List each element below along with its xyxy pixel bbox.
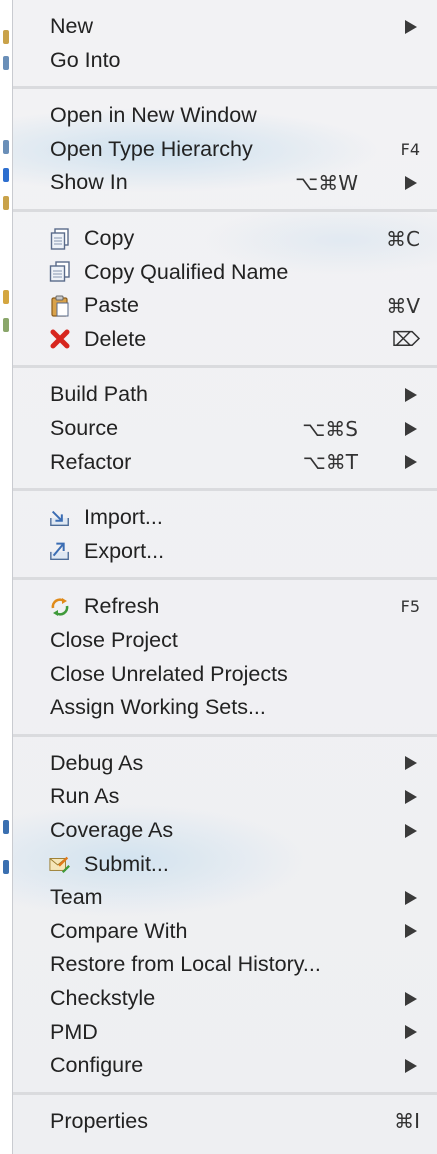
menu-item-refresh[interactable]: Refresh F5 — [13, 590, 437, 623]
menu-item-import[interactable]: Import... — [13, 501, 437, 534]
menu-item-label: Debug As — [50, 750, 144, 775]
menu-item-label: Configure — [50, 1053, 144, 1078]
menu-item-label: Open Type Hierarchy — [50, 136, 253, 161]
shortcut-label: ⌥⌘W — [295, 170, 358, 195]
menu-item-label: Source — [50, 416, 119, 440]
menu-separator — [13, 86, 437, 90]
menu-item-label: Export... — [84, 538, 165, 563]
menu-item-team[interactable]: Team — [13, 881, 437, 914]
submenu-arrow-icon — [405, 756, 417, 771]
menu-item-open-type-hierarchy[interactable]: Open Type Hierarchy F4 — [13, 133, 437, 166]
menu-item-open-in-new-window[interactable]: Open in New Window — [13, 99, 437, 132]
menu-item-assign-working-sets[interactable]: Assign Working Sets... — [13, 691, 437, 724]
menu-item-label: Go Into — [50, 47, 121, 72]
menu-item-close-unrelated-projects[interactable]: Close Unrelated Projects — [13, 658, 437, 691]
submenu-arrow-icon — [405, 175, 417, 190]
menu-item-label: Refactor — [50, 449, 132, 474]
shortcut-label: ⌥⌘S — [302, 416, 358, 441]
copy-qualified-name-icon — [49, 261, 71, 283]
menu-item-label: Show In — [50, 170, 128, 195]
menu-item-restore-from-local-history[interactable]: Restore from Local History... — [13, 948, 437, 981]
background-window-edge — [0, 0, 13, 1154]
menu-separator — [13, 733, 437, 737]
shortcut-label: ⌘I — [394, 1109, 420, 1134]
menu-item-label: Paste — [84, 293, 139, 318]
menu-separator — [13, 209, 437, 212]
shortcut-label: F5 — [400, 597, 420, 617]
menu-item-new[interactable]: New — [13, 10, 437, 43]
shortcut-label: ⌘V — [386, 293, 420, 318]
export-icon — [49, 540, 71, 562]
menu-item-label: Checkstyle — [50, 986, 156, 1010]
menu-item-go-into[interactable]: Go Into — [13, 44, 437, 77]
shortcut-label: F4 — [400, 139, 420, 159]
menu-item-debug-as[interactable]: Debug As — [13, 747, 437, 780]
shortcut-label: ⌦ — [391, 327, 420, 352]
menu-item-compare-with[interactable]: Compare With — [13, 915, 437, 948]
menu-item-label: PMD — [50, 1019, 98, 1044]
menu-item-label: Delete — [84, 326, 147, 351]
menu-separator — [13, 488, 437, 492]
menu-item-properties[interactable]: Properties ⌘I — [13, 1105, 437, 1138]
menu-item-build-path[interactable]: Build Path — [13, 378, 437, 411]
menu-item-label: Compare With — [50, 918, 188, 943]
menu-item-pmd[interactable]: PMD — [13, 1016, 437, 1049]
menu-item-export[interactable]: Export... — [13, 535, 437, 568]
menu-item-close-project[interactable]: Close Project — [13, 624, 437, 657]
menu-item-run-as[interactable]: Run As — [13, 780, 437, 813]
submenu-arrow-icon — [405, 1058, 417, 1073]
submenu-arrow-icon — [405, 890, 417, 905]
delete-icon — [49, 328, 71, 350]
context-menu: New Go Into Open in New Window Open Type Hi… — [0, 0, 437, 1154]
submenu-arrow-icon — [405, 19, 417, 34]
submenu-arrow-icon — [405, 455, 417, 470]
submenu-arrow-icon — [405, 387, 417, 402]
menu-item-label: Copy Qualified Name — [84, 259, 289, 284]
menu-item-source[interactable]: Source ⌥⌘S — [13, 412, 437, 445]
menu-item-checkstyle[interactable]: Checkstyle — [13, 982, 437, 1015]
menu-item-label: Run As — [50, 784, 120, 809]
menu-item-label: Close Project — [50, 628, 178, 652]
menu-panel: New Go Into Open in New Window Open Type Hi… — [13, 0, 437, 1154]
submenu-arrow-icon — [405, 1025, 417, 1040]
menu-item-label: Open in New Window — [50, 103, 257, 128]
menu-item-copy-qualified-name[interactable]: Copy Qualified Name — [13, 256, 437, 289]
submenu-arrow-icon — [405, 991, 417, 1006]
paste-icon — [49, 295, 71, 317]
menu-item-label: Restore from Local History... — [50, 952, 321, 977]
submenu-arrow-icon — [405, 924, 417, 939]
submenu-arrow-icon — [405, 789, 417, 804]
menu-item-label: Assign Working Sets... — [50, 695, 266, 720]
menu-separator — [13, 577, 437, 581]
copy-icon — [49, 227, 71, 250]
menu-item-label: Coverage As — [50, 818, 174, 842]
menu-item-label: Close Unrelated Projects — [50, 661, 288, 686]
menu-item-delete[interactable]: Delete ⌦ — [13, 323, 437, 356]
menu-item-show-in[interactable]: Show In ⌥⌘W — [13, 166, 437, 199]
menu-item-label: Import... — [84, 505, 163, 530]
menu-item-label: Build Path — [50, 382, 149, 407]
menu-item-label: Team — [50, 885, 103, 910]
menu-item-submit[interactable]: Submit... — [13, 848, 437, 881]
refresh-icon — [49, 596, 71, 618]
menu-item-label: Refresh — [84, 594, 160, 619]
submenu-arrow-icon — [405, 421, 417, 436]
import-icon — [49, 507, 71, 529]
menu-item-label: New — [50, 14, 94, 38]
menu-item-configure[interactable]: Configure — [13, 1049, 437, 1082]
menu-item-label: Submit... — [84, 851, 169, 876]
menu-item-label: Properties — [50, 1108, 148, 1133]
menu-separator — [13, 365, 437, 369]
menu-item-coverage-as[interactable]: Coverage As — [13, 814, 437, 847]
menu-separator — [13, 1091, 437, 1095]
menu-item-refactor[interactable]: Refactor ⌥⌘T — [13, 446, 437, 479]
shortcut-label: ⌘C — [386, 226, 420, 251]
menu-item-copy[interactable]: Copy ⌘C — [13, 222, 437, 255]
submenu-arrow-icon — [405, 823, 417, 838]
submit-icon — [49, 853, 71, 875]
menu-item-paste[interactable]: Paste ⌘V — [13, 289, 437, 322]
menu-item-label: Copy — [84, 226, 135, 250]
shortcut-label: ⌥⌘T — [302, 450, 358, 475]
